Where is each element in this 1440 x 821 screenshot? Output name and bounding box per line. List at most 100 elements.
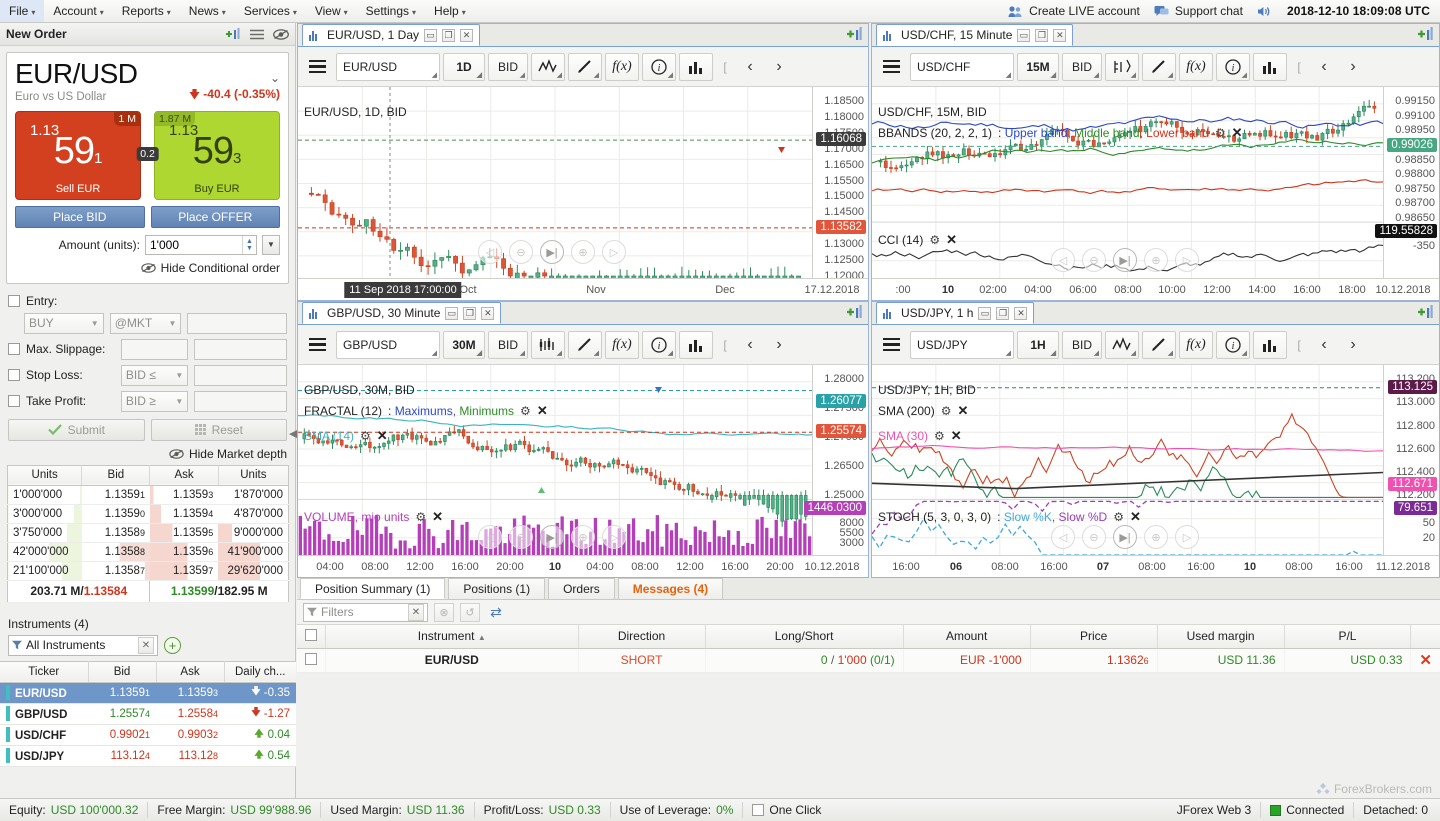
indicator-label-usdjpy-0[interactable]: SMA (200) ⚙ ✕	[878, 403, 968, 419]
hide-conditional-order-toggle[interactable]: Hide Conditional order	[15, 261, 280, 275]
col-amount[interactable]: Amount	[903, 625, 1031, 649]
close-button[interactable]: ✕	[460, 28, 474, 42]
row-close-button[interactable]: ✕	[1410, 648, 1440, 673]
zoom-out-button[interactable]: ⊖	[1082, 525, 1106, 549]
scroll-left-button[interactable]: ◁	[1051, 525, 1075, 549]
chart-prev-button[interactable]: ‹	[737, 331, 763, 359]
chart-plot-eurusd[interactable]: EUR/USD, 1D, BID ◁ ⊖ ▶| ⊕ ▷ 1.18500 1.18000 1.17…	[298, 87, 868, 280]
stop-loss-checkbox[interactable]	[8, 369, 20, 381]
price-axis-usdjpy[interactable]: 113.200 113.000 112.800 112.600 112.400 112.2…	[1383, 365, 1439, 557]
menu-help[interactable]: Help ▾	[425, 0, 475, 22]
drawing-tools-button[interactable]: ◢	[1142, 330, 1176, 359]
chart-menu-button[interactable]	[875, 53, 907, 81]
one-click-checkbox[interactable]	[752, 804, 765, 816]
chart-next-button[interactable]: ›	[766, 53, 792, 81]
col-direction[interactable]: Direction	[578, 625, 706, 649]
indicator-label-gbpusd-2[interactable]: VOLUME, mio units ⚙ ✕	[304, 509, 443, 525]
market-depth-row[interactable]: 3'000'000 1.13590 1.13594 4'870'000	[7, 504, 289, 524]
menu-list-icon[interactable]	[250, 29, 264, 40]
add-chart-tab-button[interactable]	[847, 305, 868, 324]
menu-services[interactable]: Services ▾	[235, 0, 306, 22]
chart-prev-button[interactable]: ‹	[1311, 331, 1337, 359]
clear-filter-button[interactable]: ✕	[138, 636, 154, 654]
market-depth-row[interactable]: 3'750'000 1.13589 1.13595 9'000'000	[7, 523, 289, 543]
chart-next-button[interactable]: ›	[1340, 331, 1366, 359]
maximize-button[interactable]: ❐	[996, 306, 1010, 320]
chart-symbol-select[interactable]: USD/CHF ◢	[910, 52, 1014, 81]
slippage-field-2[interactable]	[194, 338, 288, 360]
volume-button[interactable]	[679, 330, 713, 359]
indicator-remove-icon[interactable]: ✕	[377, 428, 388, 444]
indicator-label-usdchf-1[interactable]: CCI (14) ⚙ ✕	[878, 232, 957, 248]
chart-tab-gbpusd[interactable]: GBP/USD, 30 Minute ▭ ❐ ✕	[302, 302, 502, 324]
add-chart-tab-button[interactable]	[1418, 27, 1439, 46]
chart-plot-gbpusd[interactable]: GBP/USD, 30M, BID FRACTAL (12): Maximums,…	[298, 365, 868, 557]
price-axis-usdchf[interactable]: 0.991500.991000.989500.989000.988500.988…	[1375, 87, 1439, 280]
bottom-tab-0[interactable]: Position Summary (1)	[300, 578, 446, 599]
indicator-settings-gear-icon[interactable]: ⚙	[520, 404, 531, 418]
chart-prev-button[interactable]: ‹	[737, 53, 763, 81]
chart-prev-button[interactable]: ‹	[1311, 53, 1337, 81]
add-chart-tab-button[interactable]	[847, 27, 868, 46]
scroll-right-button[interactable]: ▷	[602, 525, 626, 549]
indicators-button[interactable]: f(x)	[1179, 52, 1213, 81]
menu-reports[interactable]: Reports ▾	[113, 0, 180, 22]
instrument-row[interactable]: USD/JPY 113.124 113.128 0.54	[0, 745, 296, 767]
chart-symbol-select[interactable]: GBP/USD ◢	[336, 330, 440, 359]
indicator-remove-icon[interactable]: ✕	[957, 403, 968, 419]
indicator-settings-gear-icon[interactable]: ⚙	[934, 429, 945, 443]
close-button[interactable]: ✕	[1053, 28, 1067, 42]
market-depth-row[interactable]: 21'100'000 1.13587 1.13597 29'620'000	[7, 561, 289, 581]
chart-side-select[interactable]: BID ◢	[1062, 52, 1102, 81]
chart-period-select[interactable]: 1H ◢	[1017, 330, 1059, 359]
chart-type-button[interactable]: ◢	[1105, 52, 1139, 81]
chart-tab-usdchf[interactable]: USD/CHF, 15 Minute ▭ ❐ ✕	[876, 24, 1074, 46]
hide-eye-icon[interactable]	[273, 28, 289, 40]
chart-side-select[interactable]: BID ◢	[488, 52, 528, 81]
chart-side-select[interactable]: BID ◢	[1062, 330, 1102, 359]
price-axis-gbpusd[interactable]: 1.280001.275001.270001.265001.2500080005…	[803, 365, 868, 557]
indicator-remove-icon[interactable]: ✕	[1130, 509, 1141, 525]
jump-to-latest-button[interactable]: ▶|	[1113, 525, 1137, 549]
time-axis-usdjpy[interactable]: 16:00 06 08:00 16:00 07 08:00 16:00 10 08:00 16:0…	[872, 555, 1439, 577]
menu-settings[interactable]: Settings ▾	[357, 0, 425, 22]
refresh-button[interactable]: ↺	[460, 602, 480, 622]
chart-menu-button[interactable]	[301, 53, 333, 81]
support-chat-link[interactable]: Support chat	[1154, 4, 1243, 18]
table-row[interactable]: EUR/USD SHORT 0 / 1'000 (0/1) EUR -1'000 1.1…	[297, 648, 1440, 673]
bottom-filters-box[interactable]: Filters ✕	[303, 602, 428, 622]
instrument-row[interactable]: GBP/USD 1.25574 1.25584 -1.27	[0, 703, 296, 725]
hide-market-depth-toggle[interactable]: Hide Market depth	[0, 447, 295, 461]
time-axis-eurusd[interactable]: Oct Nov Dec 11 Sep 2018 17:00:00 17.12.2018	[298, 278, 868, 300]
add-instrument-button[interactable]: +	[164, 636, 181, 654]
volume-button[interactable]	[679, 52, 713, 81]
place-offer-button[interactable]: Place OFFER	[150, 205, 280, 228]
sell-tile[interactable]: 1 M 1.13 591 Sell EUR	[15, 110, 141, 200]
drawing-tools-button[interactable]: ◢	[1142, 52, 1176, 81]
indicator-label-usdjpy-1[interactable]: SMA (30) ⚙ ✕	[878, 428, 962, 444]
stop-loss-condition-select[interactable]: BID ≤ ▼	[120, 364, 189, 386]
indicator-remove-icon[interactable]: ✕	[1232, 125, 1243, 141]
amount-stepper[interactable]: ▲▼	[145, 234, 257, 255]
stepper-arrows-icon[interactable]: ▲ ▼	[241, 235, 256, 254]
bottom-tab-1[interactable]: Positions (1)	[448, 578, 546, 599]
zoom-in-button[interactable]: ⊕	[571, 525, 595, 549]
jump-to-latest-button[interactable]: ▶|	[540, 525, 564, 549]
time-axis-gbpusd[interactable]: 04:00 08:00 12:00 16:00 20:00 10 04:00 08:00 12:…	[298, 555, 868, 577]
volume-button[interactable]	[1253, 330, 1287, 359]
bottom-tab-3[interactable]: Messages (4)	[617, 578, 724, 599]
jump-to-latest-button[interactable]: ▶|	[540, 240, 564, 264]
indicator-settings-gear-icon[interactable]: ⚙	[1113, 510, 1124, 524]
chart-type-button[interactable]: ◢	[531, 330, 565, 359]
amount-input[interactable]	[146, 235, 242, 254]
entry-side-select[interactable]: BUY ▼	[24, 312, 104, 334]
indicator-settings-gear-icon[interactable]: ⚙	[941, 404, 952, 418]
drawing-tools-button[interactable]: ◢	[568, 52, 602, 81]
chart-side-select[interactable]: BID ◢	[488, 330, 528, 359]
chart-next-button[interactable]: ›	[766, 331, 792, 359]
chart-info-button[interactable]: i ◢	[642, 52, 676, 81]
zoom-out-button[interactable]: ⊖	[509, 525, 533, 549]
indicator-settings-gear-icon[interactable]: ⚙	[360, 429, 371, 443]
close-button[interactable]: ✕	[1014, 306, 1028, 320]
indicator-remove-icon[interactable]: ✕	[951, 428, 962, 444]
